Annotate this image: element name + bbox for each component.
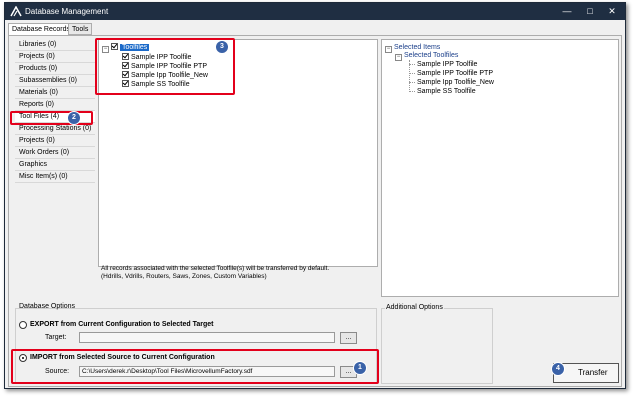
collapse-icon[interactable]: − [385, 46, 392, 53]
tree-connector [409, 73, 415, 74]
tool-files-callout-badge: 2 [68, 112, 80, 124]
minimize-button[interactable]: — [560, 5, 574, 18]
selected-items-label: Selected Items [394, 44, 441, 51]
selected-items-tree[interactable]: − Selected Items − Selected Toolfiles Samp… [381, 39, 619, 297]
target-path-field[interactable] [79, 332, 335, 343]
sidebar-item-reports[interactable]: Reports (0) [15, 99, 95, 111]
selected-item[interactable]: Sample Ipp Toolfile_New [417, 78, 494, 87]
target-browse-button[interactable]: ... [340, 332, 357, 344]
additional-options-group [381, 308, 493, 384]
tree-callout-badge: 3 [216, 41, 228, 53]
maximize-button[interactable]: □ [583, 5, 597, 18]
sidebar-item-projects[interactable]: Projects (0) [15, 51, 95, 63]
sidebar-item-work-orders[interactable]: Work Orders (0) [15, 147, 95, 159]
import-callout-badge: 1 [354, 362, 366, 374]
tree-callout-box [95, 38, 235, 95]
sidebar-item-libraries[interactable]: Libraries (0) [15, 39, 95, 51]
sidebar-item-misc-items[interactable]: Misc Item(s) (0) [15, 171, 95, 183]
sidebar-item-graphics[interactable]: Graphics [15, 159, 95, 171]
sidebar-item-products[interactable]: Products (0) [15, 63, 95, 75]
transfer-note-line2: (Hdrills, Vdrills, Routers, Saws, Zones,… [101, 273, 267, 280]
window-title: Database Management [25, 7, 109, 16]
tree-connector [409, 91, 415, 92]
tree-connector [409, 82, 415, 83]
target-label: Target: [45, 334, 67, 341]
sidebar-item-materials[interactable]: Materials (0) [15, 87, 95, 99]
tool-files-callout-box [10, 111, 93, 125]
tree-connector [409, 64, 415, 65]
sidebar-item-subassemblies[interactable]: Subassemblies (0) [15, 75, 95, 87]
sidebar-item-projects-secondary[interactable]: Projects (0) [15, 135, 95, 147]
transfer-callout-badge: 4 [552, 363, 564, 375]
transfer-note: All records associated with the selected… [101, 265, 381, 281]
selected-toolfiles-label: Selected Toolfiles [404, 52, 459, 59]
title-bar[interactable]: Database Management — □ ✕ [5, 3, 625, 20]
tab-tools[interactable]: Tools [68, 23, 93, 35]
close-button[interactable]: ✕ [605, 5, 619, 18]
export-label[interactable]: EXPORT from Current Configuration to Sel… [30, 321, 213, 328]
app-logo-icon [10, 6, 22, 17]
transfer-note-line1: All records associated with the selected… [101, 265, 330, 272]
additional-options-label: Additional Options [385, 304, 444, 311]
database-options-label: Database Options [19, 303, 76, 310]
selected-item[interactable]: Sample IPP Toolfile PTP [417, 69, 493, 78]
selected-item[interactable]: Sample SS Toolfile [417, 87, 476, 96]
import-callout-box [11, 349, 379, 384]
selected-item[interactable]: Sample IPP Toolfile [417, 60, 477, 69]
export-radio[interactable] [19, 321, 27, 329]
transfer-button-label: Transfer [578, 368, 608, 377]
collapse-icon[interactable]: − [395, 54, 402, 61]
